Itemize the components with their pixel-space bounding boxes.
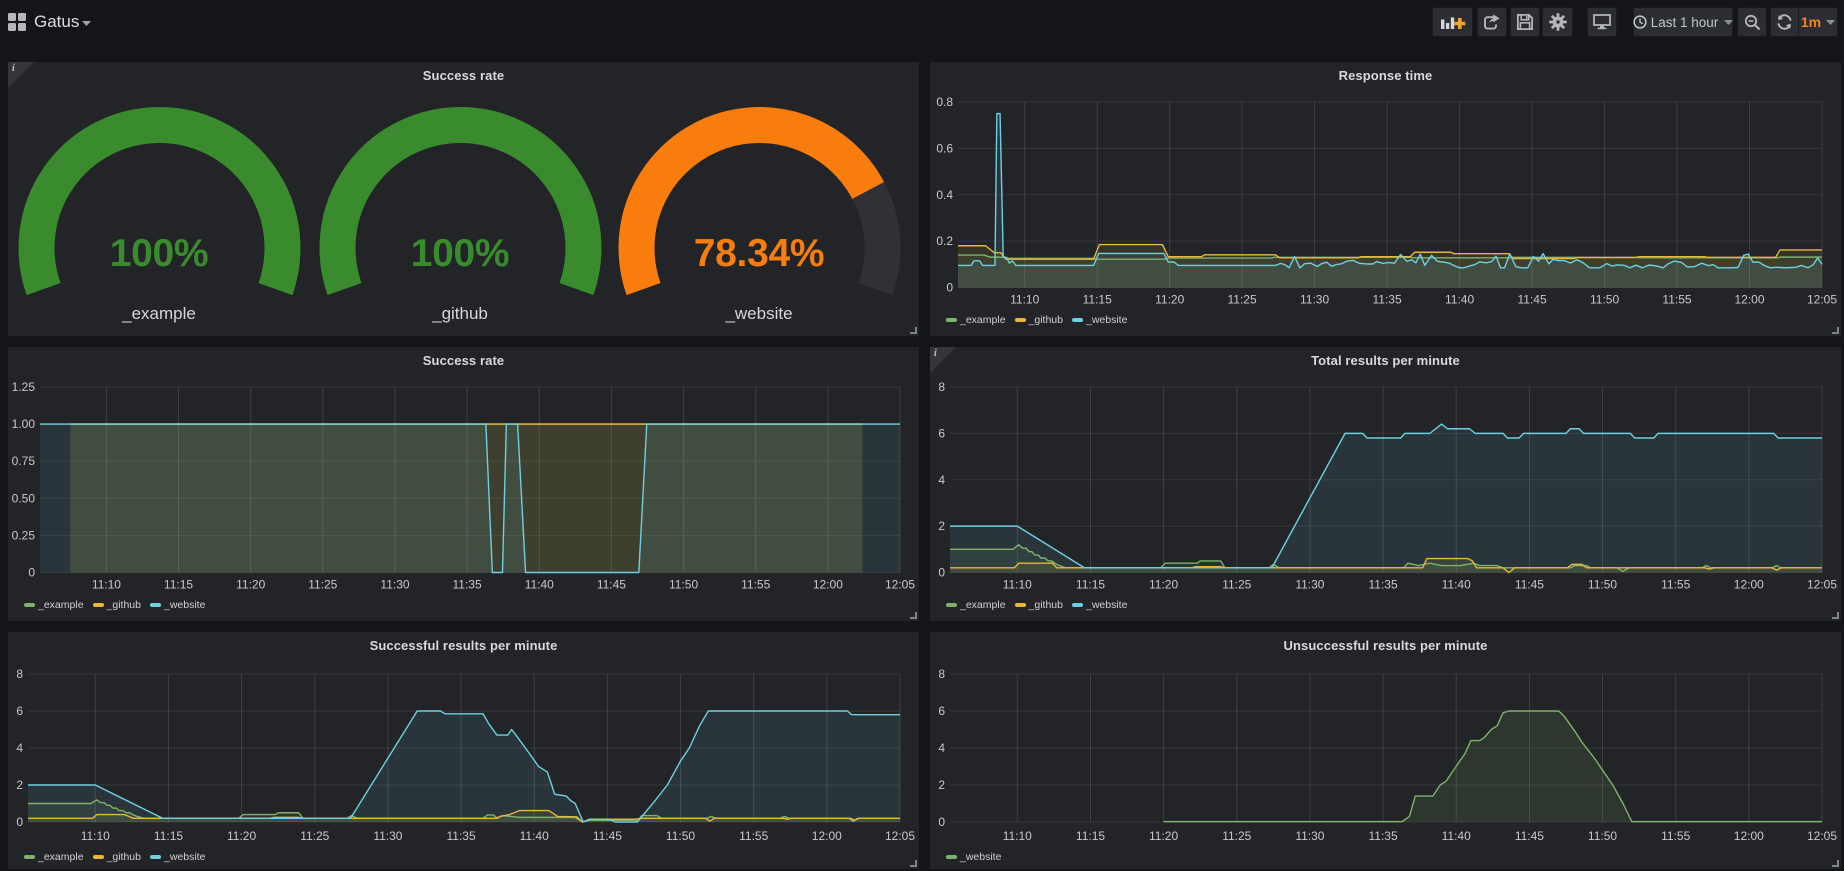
- svg-text:1.25: 1.25: [12, 380, 36, 394]
- svg-text:0: 0: [946, 281, 953, 295]
- svg-text:0.25: 0.25: [12, 528, 36, 542]
- svg-text:11:20: 11:20: [1155, 293, 1184, 307]
- svg-text:11:15: 11:15: [1083, 293, 1112, 307]
- svg-text:11:10: 11:10: [1003, 829, 1032, 843]
- svg-text:11:30: 11:30: [1295, 578, 1324, 592]
- svg-text:0: 0: [16, 815, 23, 829]
- svg-text:0.6: 0.6: [936, 141, 953, 155]
- svg-text:11:45: 11:45: [1515, 578, 1544, 592]
- svg-text:12:00: 12:00: [812, 829, 842, 843]
- svg-text:11:25: 11:25: [1222, 829, 1251, 843]
- svg-text:6: 6: [938, 426, 945, 440]
- svg-text:4: 4: [938, 741, 945, 755]
- svg-text:11:55: 11:55: [739, 829, 768, 843]
- svg-text:11:10: 11:10: [1003, 578, 1032, 592]
- svg-text:2: 2: [16, 778, 23, 792]
- svg-text:11:50: 11:50: [1588, 829, 1617, 843]
- svg-text:11:40: 11:40: [520, 829, 549, 843]
- svg-text:11:55: 11:55: [1661, 578, 1690, 592]
- svg-text:4: 4: [938, 473, 945, 487]
- svg-text:11:55: 11:55: [1662, 293, 1691, 307]
- svg-text:12:00: 12:00: [1734, 578, 1764, 592]
- svg-text:11:35: 11:35: [1369, 578, 1398, 592]
- svg-text:11:35: 11:35: [453, 578, 482, 592]
- svg-text:12:00: 12:00: [1734, 293, 1764, 307]
- svg-text:1.00: 1.00: [12, 417, 36, 431]
- svg-text:0.2: 0.2: [936, 234, 953, 248]
- svg-text:11:40: 11:40: [525, 578, 554, 592]
- svg-text:6: 6: [16, 704, 23, 718]
- svg-text:11:40: 11:40: [1445, 293, 1474, 307]
- svg-text:12:05: 12:05: [885, 578, 915, 592]
- svg-text:2: 2: [938, 519, 945, 533]
- svg-text:11:25: 11:25: [1228, 293, 1257, 307]
- svg-text:4: 4: [16, 741, 23, 755]
- svg-text:11:55: 11:55: [1661, 829, 1690, 843]
- svg-text:11:15: 11:15: [1076, 829, 1105, 843]
- svg-text:8: 8: [16, 667, 23, 681]
- svg-text:11:50: 11:50: [1588, 578, 1617, 592]
- svg-text:0: 0: [28, 566, 35, 580]
- svg-text:0.4: 0.4: [936, 188, 953, 202]
- svg-text:11:20: 11:20: [227, 829, 256, 843]
- svg-text:0.50: 0.50: [12, 491, 36, 505]
- svg-text:11:35: 11:35: [1373, 293, 1402, 307]
- svg-text:11:20: 11:20: [1149, 578, 1178, 592]
- svg-text:0.8: 0.8: [936, 95, 953, 109]
- svg-text:11:10: 11:10: [81, 829, 110, 843]
- svg-text:0.75: 0.75: [12, 454, 36, 468]
- svg-text:11:50: 11:50: [1590, 293, 1619, 307]
- svg-text:11:45: 11:45: [1518, 293, 1547, 307]
- svg-text:11:20: 11:20: [1149, 829, 1178, 843]
- svg-text:11:25: 11:25: [300, 829, 329, 843]
- svg-text:12:05: 12:05: [1807, 829, 1837, 843]
- svg-text:11:30: 11:30: [1295, 829, 1324, 843]
- svg-text:11:45: 11:45: [1515, 829, 1544, 843]
- svg-text:11:15: 11:15: [164, 578, 193, 592]
- svg-text:12:05: 12:05: [885, 829, 915, 843]
- svg-text:12:05: 12:05: [1807, 293, 1837, 307]
- svg-text:11:30: 11:30: [1300, 293, 1329, 307]
- svg-text:11:25: 11:25: [308, 578, 337, 592]
- svg-text:2: 2: [938, 778, 945, 792]
- svg-text:11:15: 11:15: [154, 829, 183, 843]
- svg-text:11:15: 11:15: [1076, 578, 1105, 592]
- svg-text:11:10: 11:10: [92, 578, 121, 592]
- svg-text:0: 0: [938, 566, 945, 580]
- svg-text:11:40: 11:40: [1442, 829, 1471, 843]
- svg-text:11:40: 11:40: [1442, 578, 1471, 592]
- svg-text:11:55: 11:55: [741, 578, 770, 592]
- svg-text:6: 6: [938, 704, 945, 718]
- svg-text:12:05: 12:05: [1807, 578, 1837, 592]
- svg-text:12:00: 12:00: [1734, 829, 1764, 843]
- svg-text:8: 8: [938, 380, 945, 394]
- svg-text:11:10: 11:10: [1010, 293, 1039, 307]
- svg-text:11:25: 11:25: [1222, 578, 1251, 592]
- svg-text:12:00: 12:00: [813, 578, 843, 592]
- svg-text:11:50: 11:50: [669, 578, 698, 592]
- svg-text:0: 0: [938, 815, 945, 829]
- svg-text:11:30: 11:30: [380, 578, 409, 592]
- svg-text:11:35: 11:35: [1369, 829, 1398, 843]
- svg-text:11:35: 11:35: [447, 829, 476, 843]
- svg-text:11:45: 11:45: [593, 829, 622, 843]
- svg-text:8: 8: [938, 667, 945, 681]
- svg-text:11:30: 11:30: [373, 829, 402, 843]
- svg-text:11:50: 11:50: [666, 829, 695, 843]
- svg-text:11:45: 11:45: [597, 578, 626, 592]
- svg-text:11:20: 11:20: [236, 578, 265, 592]
